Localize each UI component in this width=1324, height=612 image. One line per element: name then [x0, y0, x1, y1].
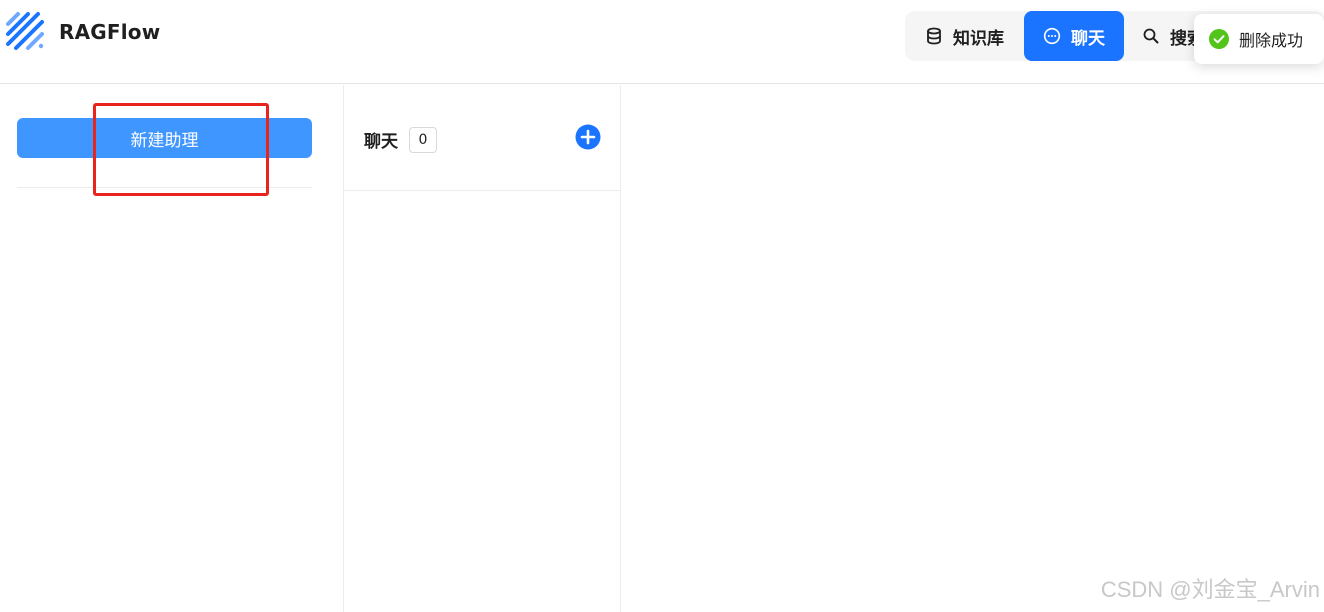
search-icon — [1143, 28, 1159, 44]
ragflow-logo-icon — [6, 12, 44, 50]
top-header: RAGFlow 知识库 聊天 搜索 — [0, 0, 1324, 84]
app-name: RAGFlow — [59, 20, 161, 44]
check-circle-icon — [1209, 29, 1229, 49]
chat-bubble-icon — [1043, 27, 1061, 45]
chat-list-title: 聊天 — [364, 132, 398, 152]
app-root: RAGFlow 知识库 聊天 搜索 删除成功 新建助理 聊天 0 CSDN @刘… — [0, 0, 1324, 612]
chat-list-panel: 聊天 0 — [344, 85, 621, 612]
red-annotation-box — [93, 103, 269, 196]
tab-chat[interactable]: 聊天 — [1024, 11, 1124, 61]
success-toast: 删除成功 — [1194, 14, 1324, 64]
chat-count-badge: 0 — [409, 127, 437, 153]
plus-circle-icon[interactable] — [575, 124, 601, 150]
tab-knowledge-base[interactable]: 知识库 — [905, 11, 1024, 61]
tab-label: 聊天 — [1071, 28, 1105, 49]
chat-list-header: 聊天 0 — [344, 85, 620, 191]
database-icon — [927, 27, 941, 45]
watermark: CSDN @刘金宝_Arvin — [1100, 577, 1320, 602]
toast-message: 删除成功 — [1239, 31, 1304, 50]
tab-label: 知识库 — [953, 28, 1004, 49]
